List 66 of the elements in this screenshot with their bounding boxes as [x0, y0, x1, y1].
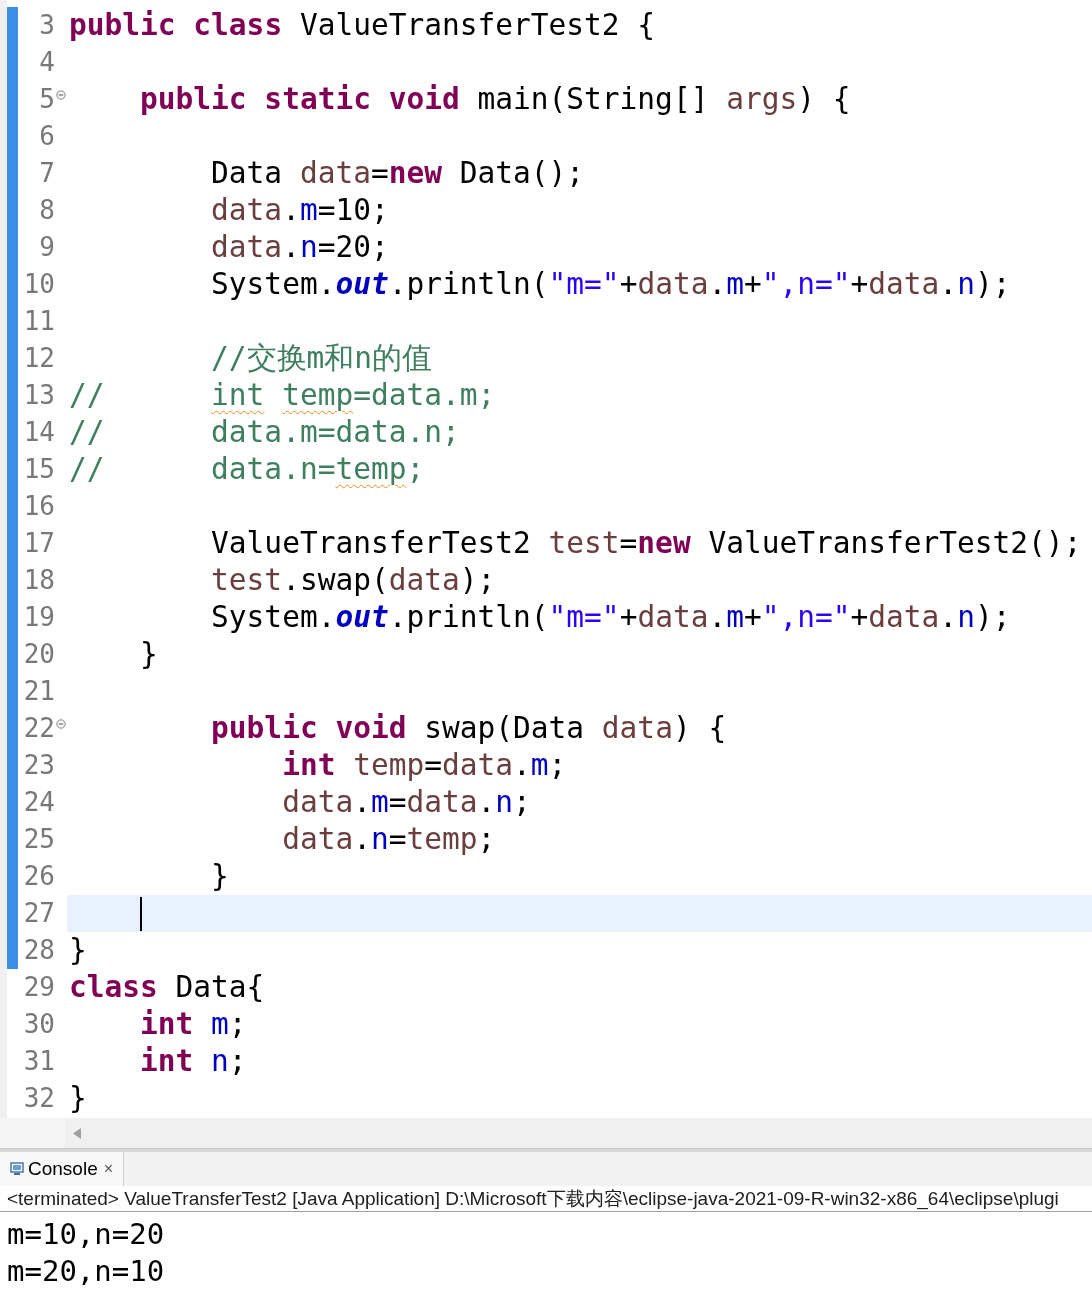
code-line: //交换m和n的值 [210, 340, 433, 377]
line-number: 11 [23, 305, 55, 338]
line-number: 7 [39, 157, 55, 190]
line-number: 16 [23, 490, 55, 523]
code-line: // int temp=data.m; [69, 377, 496, 414]
code-line: } [69, 932, 87, 969]
line-number: 18 [23, 564, 55, 597]
code-line: int n; [139, 1043, 247, 1080]
close-button[interactable]: × [103, 1157, 114, 1181]
code-line: System.out.println("m="+data.m+",n="+data.n); [210, 266, 1011, 303]
code-line: int temp=data.m; [281, 747, 567, 784]
line-number: 8 [39, 194, 55, 227]
console-output-line: m=20,n=10 [6, 1253, 166, 1290]
fold-icon[interactable] [56, 719, 66, 729]
code-line: data.m=data.n; [281, 784, 531, 821]
text-cursor [140, 896, 142, 931]
console-tab[interactable]: Console × [0, 1152, 125, 1186]
fold-icon[interactable] [56, 90, 66, 100]
code-line: public static void main(String[] args) { [139, 81, 851, 118]
code-line: System.out.println("m="+data.m+",n="+data.n); [210, 599, 1011, 636]
code-line: } [69, 1080, 87, 1117]
code-line: data.n=temp; [281, 821, 496, 858]
code-line: int m; [139, 1006, 247, 1043]
line-number: 10 [23, 268, 55, 301]
code-line: public void swap(Data data) { [210, 710, 727, 747]
line-number: 20 [23, 638, 55, 671]
line-number: 27 [23, 897, 55, 930]
line-number: 23 [23, 749, 55, 782]
line-number: 28 [23, 934, 55, 967]
left-arrow-icon[interactable] [73, 1127, 82, 1139]
line-number: 29 [23, 971, 55, 1004]
code-line: data.m=10; [210, 192, 389, 229]
code-line: } [210, 858, 229, 895]
line-number: 25 [23, 823, 55, 856]
console-icon [10, 1162, 24, 1176]
line-number: 17 [23, 527, 55, 560]
code-line: data.n=20; [210, 229, 389, 266]
code-line: class Data{ [69, 969, 265, 1006]
line-number: 21 [23, 675, 55, 708]
line-number: 9 [39, 231, 55, 264]
line-number: 32 [23, 1082, 55, 1115]
line-number: 5 [39, 83, 55, 116]
line-number: 31 [23, 1045, 55, 1078]
line-number: 4 [39, 46, 55, 79]
line-number: 12 [23, 342, 55, 375]
line-number: 15 [23, 453, 55, 486]
line-number: 6 [39, 120, 55, 153]
console-output-line: m=10,n=20 [6, 1216, 166, 1253]
line-number: 19 [23, 601, 55, 634]
line-number: 22 [23, 712, 55, 745]
console-status: <terminated> ValueTransferTest2 [Java Application] D:\Microsoft下载内容\eclipse-java-2021-09-R-win32-x86_64\eclipse\plugi [0, 1186, 1092, 1212]
code-line: Data data=new Data(); [210, 155, 585, 192]
tab-label: Console [28, 1156, 98, 1181]
code-line: // data.n=temp; [69, 451, 425, 488]
code-line: ValueTransferTest2 test=new ValueTransferTest2(); [210, 525, 1082, 562]
line-number: 14 [23, 416, 55, 449]
code-line: } [139, 636, 158, 673]
line-number: 13 [23, 379, 55, 412]
code-line: test.swap(data); [210, 562, 496, 599]
line-number: 3 [39, 9, 55, 42]
line-number: 24 [23, 786, 55, 819]
line-number: 30 [23, 1008, 55, 1041]
code-line: public class ValueTransferTest2 { [69, 7, 656, 44]
code-line: // data.m=data.n; [69, 414, 460, 451]
scrollbar-corner [0, 1118, 65, 1148]
line-number: 26 [23, 860, 55, 893]
